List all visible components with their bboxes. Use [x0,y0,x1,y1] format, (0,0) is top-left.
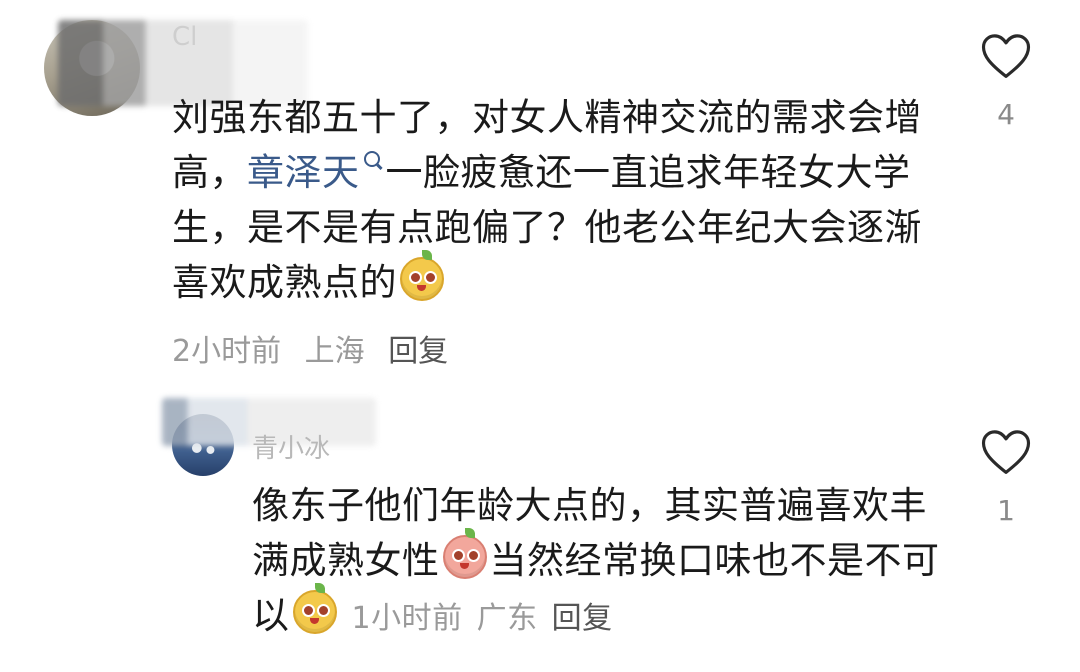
comment-meta: 2小时前 上海 回复 [172,326,448,370]
yellow-smile-emoji [292,583,337,634]
like-count: 4 [997,98,1015,131]
comment-time: 2小时前 [172,334,282,369]
mention-link[interactable]: 章泽天 [247,151,360,194]
comment-meta: 1小时前 广东 回复 [352,601,613,636]
reply-button[interactable]: 回复 [552,601,613,636]
search-icon [363,151,380,167]
reply-button[interactable]: 回复 [388,334,448,369]
comment-text: 刘强东都五十了，对女人精神交流的需求会增高，章泽天 一脸疲惫还一直追求年轻女大学生… [172,90,932,310]
comment-location: 上海 [304,334,365,369]
comment-time: 1小时前 [351,601,463,636]
author-name[interactable]: Cl [172,22,197,52]
like-count: 1 [997,494,1015,527]
heart-outline-icon [981,430,1031,474]
author-name[interactable]: 青小冰 [252,428,330,465]
comment-text: 像东子他们年龄大点的，其实普遍喜欢丰满成熟女性 当然经常换口味也不是不可以 1小时前… [252,478,942,646]
heart-outline-icon [981,34,1031,78]
like-button[interactable]: 1 [976,426,1036,527]
comment-location: 广东 [476,601,538,636]
yellow-smile-emoji [400,250,444,301]
like-button[interactable]: 4 [976,30,1036,131]
pink-smile-emoji [442,528,487,579]
